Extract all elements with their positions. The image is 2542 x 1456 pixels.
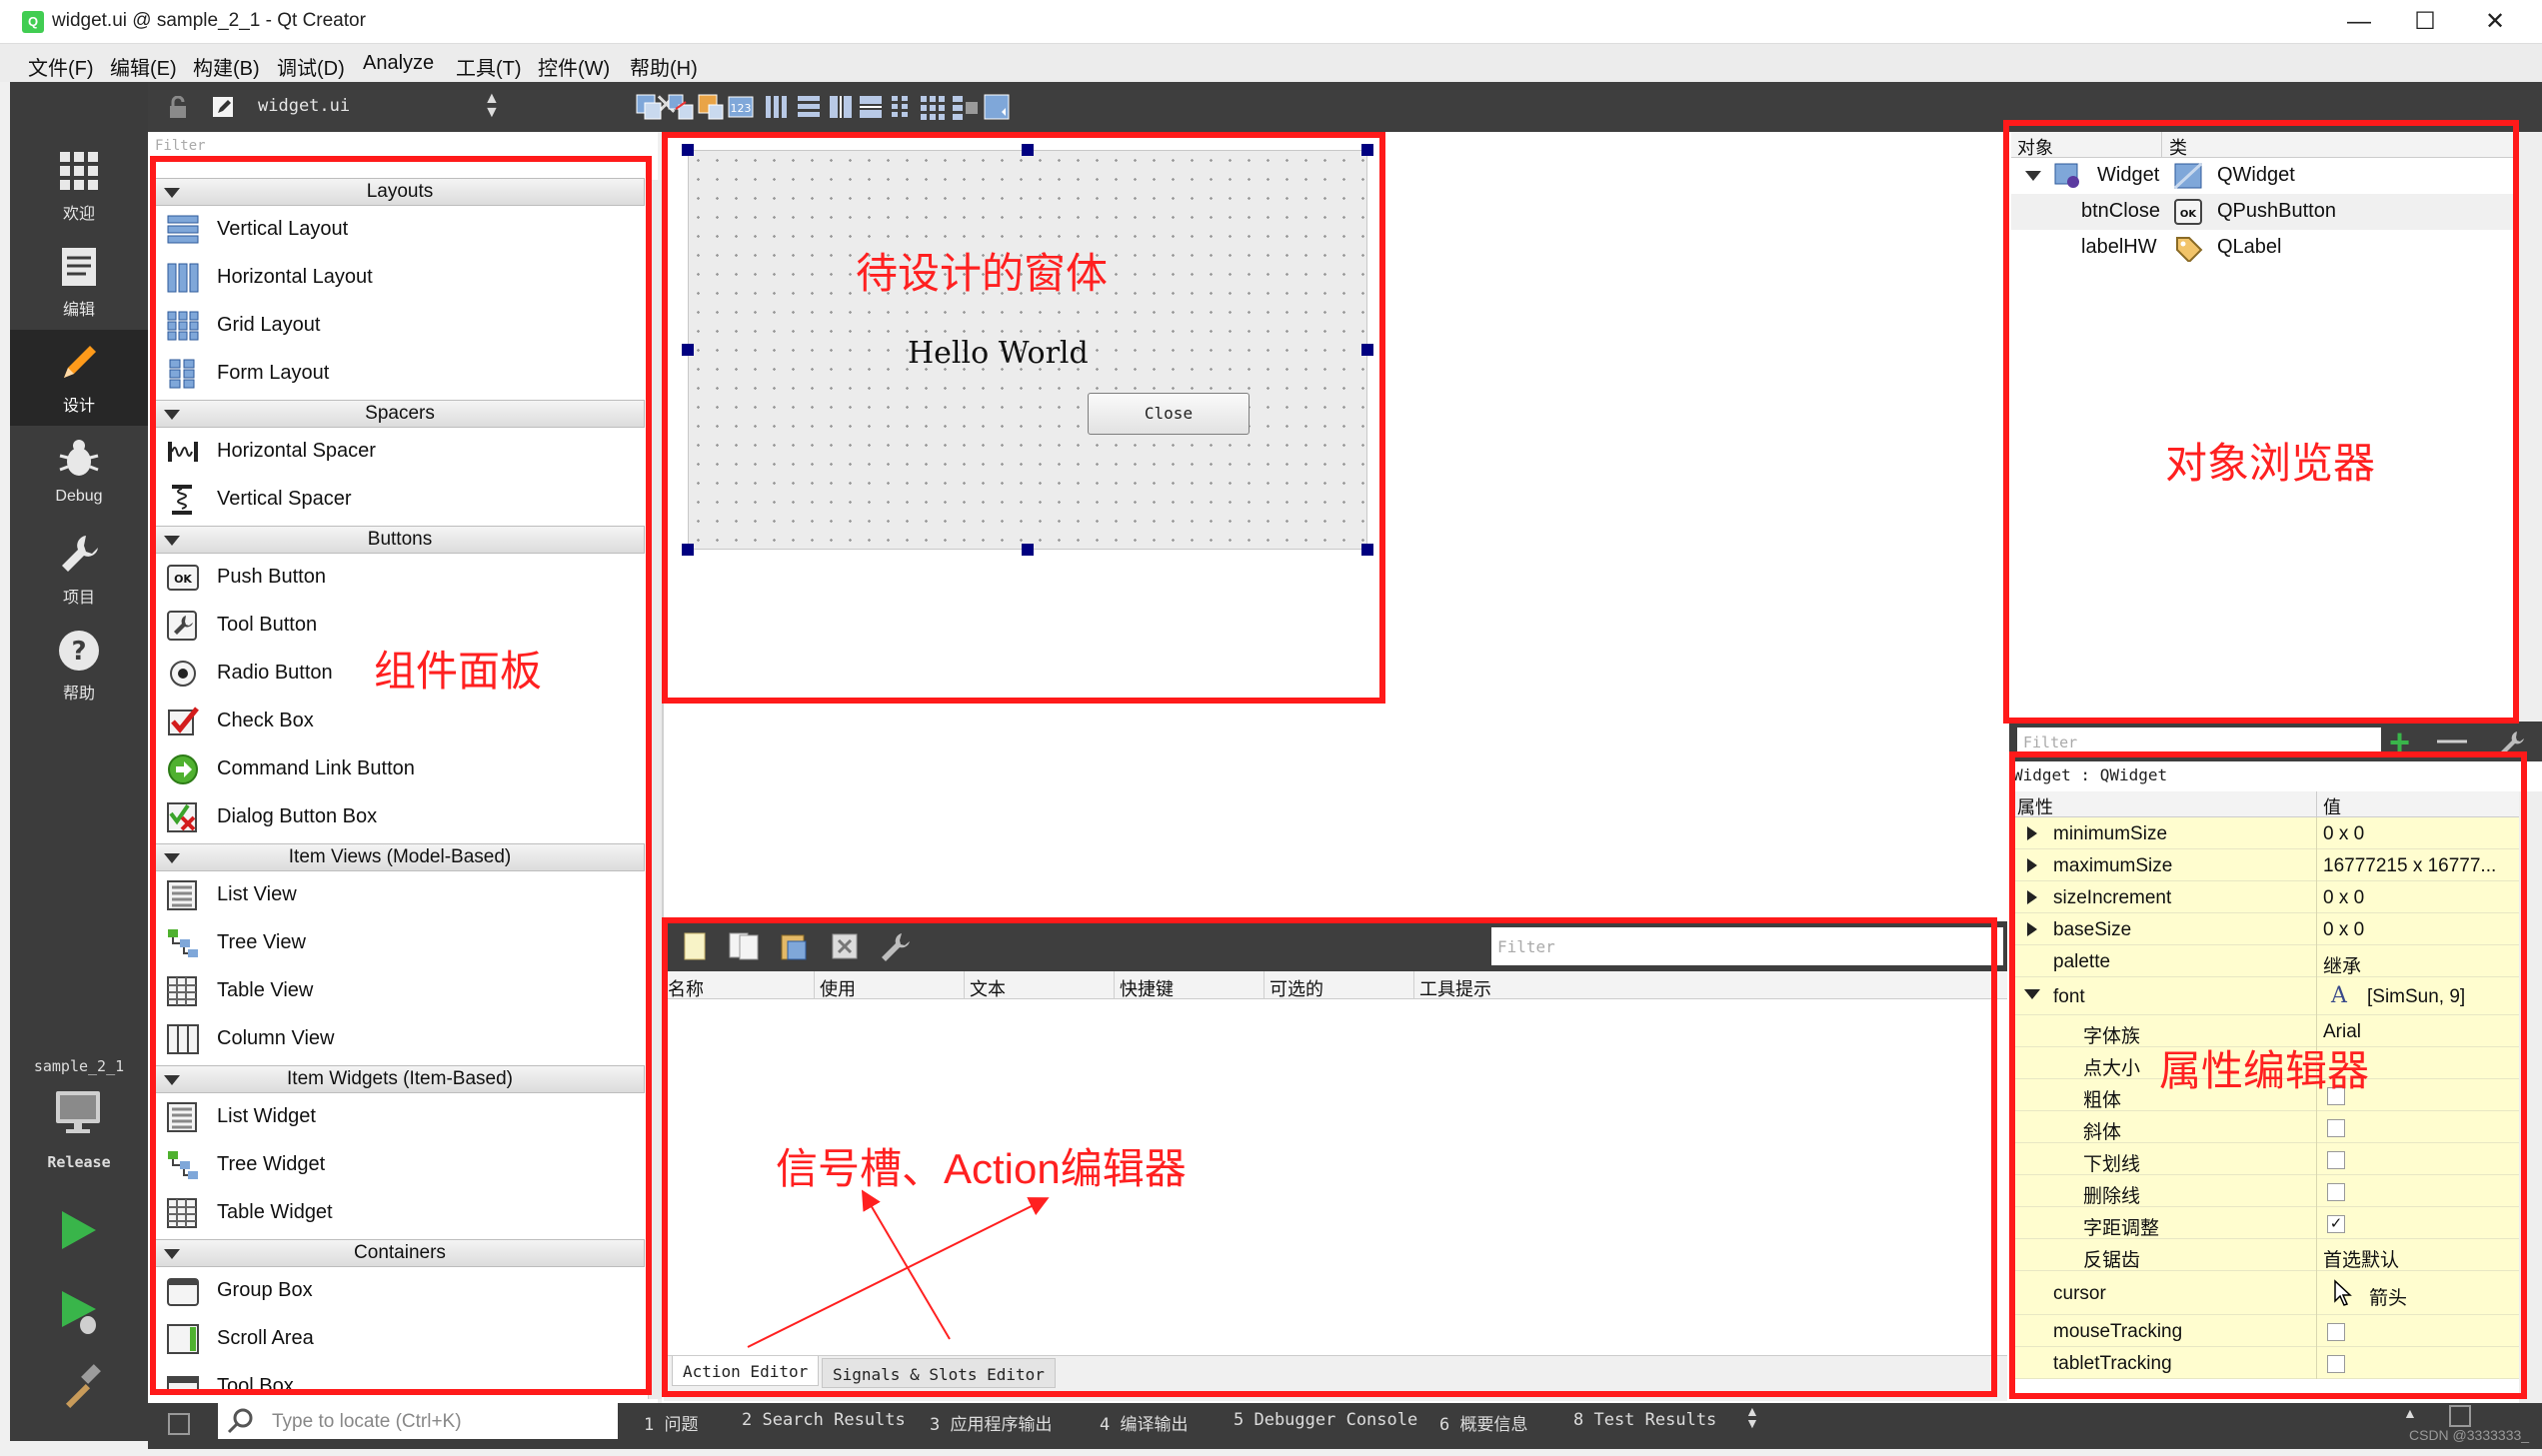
debug-run-icon (62, 1291, 96, 1334)
grid-icon (60, 152, 98, 190)
menu-widgets[interactable]: 控件(W) (538, 52, 610, 81)
annotation-arrow (747, 1197, 1050, 1348)
menu-edit[interactable]: 编辑(E) (110, 52, 177, 81)
output-tab-general-messages[interactable]: 6 概要信息 (1439, 1410, 1527, 1435)
kit-selector[interactable] (54, 1087, 104, 1137)
mode-label: 项目 (62, 590, 95, 607)
ui-file-icon (213, 97, 233, 117)
layout-splitter-v-icon[interactable] (856, 92, 886, 122)
mode-label: 设计 (62, 398, 95, 415)
svg-text:?: ? (71, 637, 86, 667)
mode-design[interactable]: 设计 (10, 330, 148, 426)
lock-icon (170, 96, 186, 118)
menu-bar: 文件(F) 编辑(E) 构建(B) 调试(D) Analyze 工具(T) 控件… (0, 44, 2542, 82)
output-tab-search-results[interactable]: 2 Search Results (742, 1410, 906, 1430)
annotation-label-widget-box: 组件面板 (374, 648, 543, 695)
svg-text:123: 123 (731, 102, 752, 115)
annotation-label-property-editor: 属性编辑器 (2159, 1047, 2370, 1094)
annotation-arrows (747, 1189, 1050, 1348)
close-window-button[interactable]: ✕ (2465, 4, 2525, 40)
open-file-name[interactable]: widget.ui (258, 96, 350, 116)
menu-file[interactable]: 文件(F) (28, 52, 94, 81)
kit-name: sample_2_1 (33, 1057, 125, 1075)
annotation-box-form (662, 132, 1385, 704)
layout-grid-icon[interactable] (918, 92, 948, 122)
pencil-icon (64, 346, 96, 378)
edit-tab-order-icon[interactable]: 123 (726, 92, 756, 122)
mode-debug[interactable]: Debug (10, 426, 148, 522)
run-button[interactable] (58, 1207, 100, 1253)
mode-label: 帮助 (62, 686, 95, 703)
search-icon (227, 1408, 253, 1434)
adjust-size-icon[interactable] (982, 92, 1012, 122)
annotation-box-widget-box (150, 156, 652, 1395)
mode-label: Debug (55, 488, 103, 505)
output-tab-compile-output[interactable]: 4 编译输出 (1100, 1410, 1188, 1435)
annotation-label-form: 待设计的窗体 (856, 250, 1109, 297)
layout-form-icon[interactable] (886, 92, 916, 122)
edit-widgets-icon[interactable] (634, 92, 664, 122)
window-title: widget.ui @ sample_2_1 - Qt Creator (52, 10, 366, 31)
mode-edit[interactable]: 编辑 (10, 234, 148, 330)
mode-label: 编辑 (62, 302, 95, 319)
maximize-pane-icon[interactable]: ▲ (2403, 1405, 2417, 1421)
hammer-icon (65, 1364, 101, 1409)
monitor-icon (56, 1091, 100, 1133)
layout-vertical-icon[interactable] (794, 92, 824, 122)
locator-input[interactable]: Type to locate (Ctrl+K) (218, 1403, 618, 1439)
output-tab-debugger-console[interactable]: 5 Debugger Console (1234, 1410, 1417, 1430)
title-bar: Q widget.ui @ sample_2_1 - Qt Creator — … (0, 0, 2542, 44)
maximize-button[interactable]: ☐ (2395, 4, 2455, 40)
toggle-right-sidebar-icon[interactable] (2449, 1405, 2471, 1427)
menu-build[interactable]: 构建(B) (193, 52, 260, 81)
kit-build-mode: Release (47, 1153, 111, 1171)
menu-analyze[interactable]: Analyze (363, 52, 434, 75)
mode-help[interactable]: ? 帮助 (10, 618, 148, 714)
debug-run-button[interactable] (58, 1287, 100, 1337)
minimize-button[interactable]: — (2329, 4, 2389, 40)
menu-tools[interactable]: 工具(T) (456, 52, 522, 81)
output-tab-test-results[interactable]: 8 Test Results (1573, 1410, 1716, 1430)
output-tab-application-output[interactable]: 3 应用程序输出 (930, 1410, 1052, 1435)
run-icon (62, 1211, 96, 1249)
wrench-icon (62, 536, 98, 572)
more-panes-icon[interactable]: ▲ ▼ (1745, 1404, 1759, 1430)
output-tab-issues[interactable]: 1 问题 (644, 1410, 698, 1435)
menu-help[interactable]: 帮助(H) (630, 52, 698, 81)
object-inspector-scrollbar[interactable] (2519, 132, 2542, 722)
file-switch-icon[interactable]: ▲ ▼ (484, 91, 500, 121)
watermark: CSDN @3333333_ (2409, 1427, 2530, 1443)
mode-projects[interactable]: 项目 (10, 522, 148, 618)
mode-welcome[interactable]: 欢迎 (10, 138, 148, 234)
edit-signals-slots-icon[interactable] (666, 92, 696, 122)
edit-buddies-icon[interactable] (696, 92, 726, 122)
toggle-sidebar-icon[interactable] (168, 1413, 190, 1435)
mode-label: 欢迎 (62, 206, 95, 223)
qt-creator-logo-icon: Q (22, 11, 44, 33)
annotation-label-object-inspector: 对象浏览器 (2165, 440, 2376, 487)
build-button[interactable] (58, 1363, 104, 1409)
annotation-box-object-inspector (2003, 120, 2519, 724)
mode-bar: 欢迎 编辑 设计 Debug 项目 ? 帮助 sample_2_1 Releas… (10, 82, 148, 1441)
help-icon: ? (59, 631, 99, 671)
layout-splitter-h-icon[interactable] (826, 92, 856, 122)
menu-debug[interactable]: 调试(D) (277, 52, 345, 81)
layout-horizontal-icon[interactable] (762, 92, 792, 122)
annotation-arrow (861, 1189, 951, 1340)
bug-icon (59, 440, 99, 476)
document-icon (62, 248, 96, 286)
break-layout-icon[interactable] (950, 92, 980, 122)
